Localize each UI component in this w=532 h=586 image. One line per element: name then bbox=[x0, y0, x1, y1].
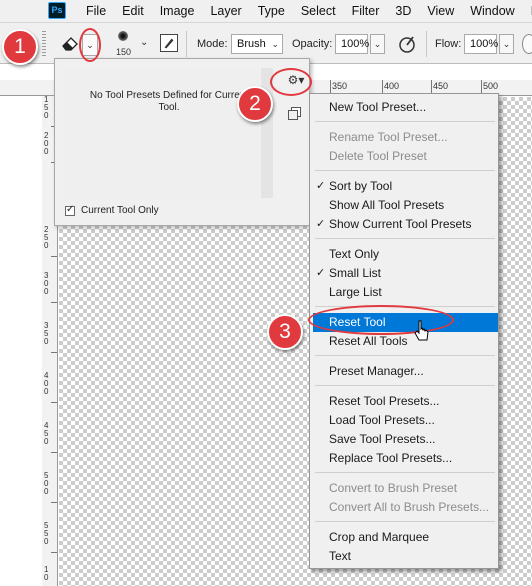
checkbox-checked-icon[interactable] bbox=[65, 204, 75, 216]
eraser-icon[interactable] bbox=[60, 35, 80, 53]
menu-item-replace-tool-presets[interactable]: Replace Tool Presets... bbox=[310, 449, 498, 468]
menu-item-preset-manager[interactable]: Preset Manager... bbox=[310, 362, 498, 381]
mode-label: Mode: bbox=[197, 38, 228, 50]
checkmark-icon: ✓ bbox=[316, 180, 326, 192]
step-badge-3: 3 bbox=[267, 314, 303, 350]
menu-3d[interactable]: 3D bbox=[387, 0, 419, 22]
menu-item-reset-tool-presets[interactable]: Reset Tool Presets... bbox=[310, 392, 498, 411]
menu-separator bbox=[315, 521, 495, 522]
step-badge-2: 2 bbox=[237, 86, 273, 122]
menu-item-new-tool-preset[interactable]: New Tool Preset... bbox=[310, 98, 498, 117]
menu-item-rename-tool-preset: Rename Tool Preset... bbox=[329, 130, 448, 144]
flow-label: Flow: bbox=[435, 38, 462, 50]
mouse-pointer-icon bbox=[414, 320, 429, 341]
menu-item-text-only[interactable]: Text Only bbox=[310, 245, 498, 264]
ruler-label: 350 bbox=[332, 81, 348, 91]
opacity-input[interactable]: 100% bbox=[335, 34, 370, 54]
tool-presets-list[interactable]: No Tool Presets Defined for Current Tool… bbox=[63, 68, 259, 198]
checkmark-icon: ✓ bbox=[316, 218, 326, 230]
menu-item-show-current-tool-presets[interactable]: ✓ Show Current Tool Presets bbox=[310, 215, 498, 234]
opacity-chevron-button[interactable]: ⌄ bbox=[370, 34, 385, 54]
menu-separator bbox=[315, 170, 495, 171]
canvas-left-margin bbox=[0, 65, 42, 586]
flow-input[interactable]: 100% bbox=[464, 34, 499, 54]
menu-layer[interactable]: Layer bbox=[202, 0, 249, 22]
menu-item-show-all-tool-presets[interactable]: Show All Tool Presets bbox=[310, 196, 498, 215]
ruler-label: 500 bbox=[483, 81, 499, 91]
options-bar-grip[interactable] bbox=[42, 31, 46, 57]
flow-value: 100% bbox=[470, 38, 499, 50]
menu-item-delete-tool-preset: Delete Tool Preset bbox=[329, 149, 427, 163]
brush-size-value: 150 bbox=[116, 47, 132, 57]
menu-separator bbox=[315, 355, 495, 356]
menu-items: File Edit Image Layer Type Select Filter… bbox=[78, 0, 532, 22]
menu-separator bbox=[315, 472, 495, 473]
ruler-label: 450 bbox=[433, 81, 449, 91]
menu-file[interactable]: File bbox=[78, 0, 114, 22]
photoshop-logo: Ps bbox=[48, 2, 66, 19]
menu-view[interactable]: View bbox=[419, 0, 462, 22]
menu-window[interactable]: Window bbox=[462, 0, 522, 22]
menu-item-save-tool-presets[interactable]: Save Tool Presets... bbox=[310, 430, 498, 449]
menu-separator bbox=[315, 385, 495, 386]
options-separator bbox=[186, 31, 187, 57]
current-tool-only-label: Current Tool Only bbox=[81, 205, 159, 216]
menu-item-sort-by-tool[interactable]: ✓ Sort by Tool bbox=[310, 177, 498, 196]
mode-select[interactable]: Brush ⌄ bbox=[231, 34, 283, 54]
menu-item-convert-to-brush-preset: Convert to Brush Preset bbox=[329, 481, 458, 495]
checkmark-icon: ✓ bbox=[316, 267, 326, 279]
mode-chevron-icon: ⌄ bbox=[271, 39, 279, 49]
annotation-ring-preset-picker bbox=[79, 28, 101, 62]
menu-help[interactable]: Help bbox=[523, 0, 532, 22]
new-preset-icon[interactable] bbox=[288, 107, 301, 120]
menu-item-crop-and-marquee[interactable]: Crop and Marquee bbox=[310, 528, 498, 547]
menu-bar: Ps File Edit Image Layer Type Select Fil… bbox=[0, 0, 532, 22]
ruler-label: 400 bbox=[384, 81, 400, 91]
annotation-ring-gear bbox=[270, 68, 312, 96]
menu-type[interactable]: Type bbox=[250, 0, 293, 22]
menu-image[interactable]: Image bbox=[152, 0, 203, 22]
menu-item-load-tool-presets[interactable]: Load Tool Presets... bbox=[310, 411, 498, 430]
menu-item-small-list[interactable]: ✓ Small List bbox=[310, 264, 498, 283]
flow-chevron-button[interactable]: ⌄ bbox=[499, 34, 514, 54]
brush-tip-icon[interactable] bbox=[118, 31, 128, 41]
menu-separator bbox=[315, 121, 495, 122]
menu-item-large-list[interactable]: Large List bbox=[310, 283, 498, 302]
menu-separator bbox=[315, 238, 495, 239]
pressure-opacity-icon[interactable] bbox=[397, 34, 417, 54]
menu-item-convert-all-to-brush-presets: Convert All to Brush Presets... bbox=[329, 500, 490, 514]
menu-select[interactable]: Select bbox=[293, 0, 344, 22]
menu-item-text[interactable]: Text bbox=[310, 547, 498, 566]
annotation-ring-reset-tool bbox=[308, 305, 454, 335]
opacity-value: 100% bbox=[341, 38, 370, 50]
mode-value: Brush bbox=[237, 38, 266, 50]
brush-settings-panel-icon[interactable] bbox=[160, 34, 178, 52]
step-badge-1: 1 bbox=[2, 29, 38, 65]
opacity-label: Opacity: bbox=[292, 38, 333, 50]
airbrush-icon[interactable] bbox=[522, 34, 532, 54]
no-presets-message: No Tool Presets Defined for Current Tool… bbox=[89, 90, 249, 113]
current-tool-only-checkbox[interactable]: Current Tool Only bbox=[65, 204, 159, 216]
menu-filter[interactable]: Filter bbox=[344, 0, 388, 22]
options-separator bbox=[426, 31, 427, 57]
brush-picker-chevron-icon[interactable]: ⌄ bbox=[140, 37, 148, 48]
menu-edit[interactable]: Edit bbox=[114, 0, 152, 22]
menu-item-reset-all-tools[interactable]: Reset All Tools bbox=[310, 332, 498, 351]
